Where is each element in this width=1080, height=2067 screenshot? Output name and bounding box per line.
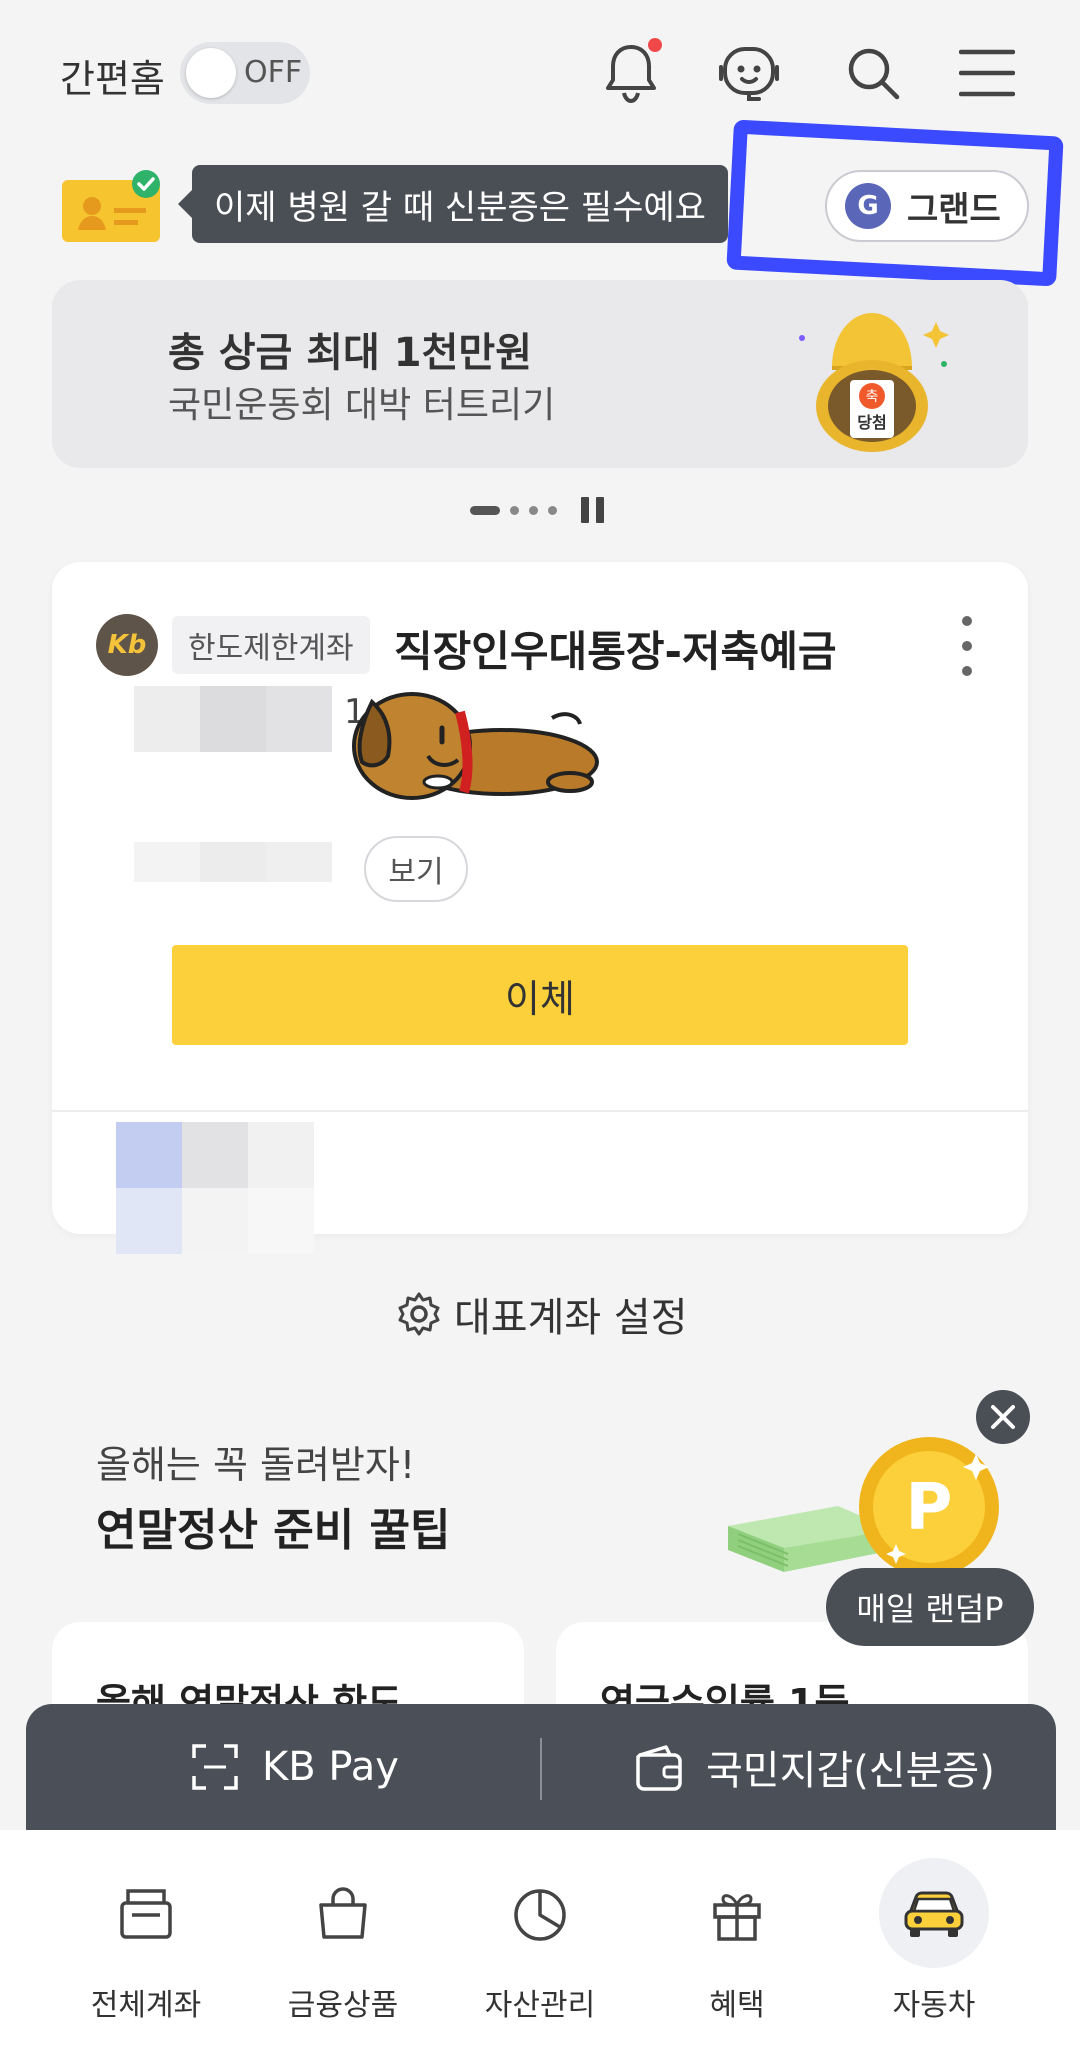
nav-asset-management[interactable]: 자산관리 — [450, 1858, 630, 2038]
kb-pay-button[interactable]: KB Pay — [190, 1732, 399, 1802]
sub-account-masked — [116, 1122, 314, 1254]
representative-account-setting[interactable]: 대표계좌 설정 — [396, 1286, 688, 1342]
easy-home-label: 간편홈 — [60, 57, 165, 101]
point-coin-icon: P — [859, 1437, 999, 1577]
grade-button[interactable]: G 그랜드 — [825, 170, 1029, 242]
notification-dot — [648, 38, 662, 52]
grade-label: 그랜드 — [907, 189, 1001, 230]
sleeping-dog-sticker — [352, 692, 599, 800]
easy-home-toggle[interactable]: OFF — [180, 42, 310, 104]
toggle-state: OFF — [244, 55, 303, 90]
nav-all-accounts[interactable]: 전체계좌 — [56, 1858, 236, 2038]
coin-letter: P — [906, 1471, 953, 1545]
gear-icon — [398, 1292, 440, 1336]
lucky-gourd-icon: 축 당첨 — [799, 313, 949, 452]
gift-icon — [682, 1858, 792, 1968]
grade-badge: G — [845, 183, 891, 229]
id-tip-tooltip[interactable]: 이제 병원 갈 때 신분증은 필수예요 — [178, 165, 728, 243]
search-icon[interactable] — [836, 36, 910, 110]
close-icon — [991, 1405, 1015, 1429]
nav-label: 전체계좌 — [90, 1988, 202, 2023]
representative-account-label: 대표계좌 설정 — [454, 1295, 688, 1341]
nav-label: 자동차 — [892, 1988, 976, 2023]
bell-icon[interactable] — [594, 36, 668, 110]
account-number-masked — [134, 686, 332, 752]
chatbot-icon[interactable] — [712, 36, 786, 110]
nav-car[interactable]: 자동차 — [844, 1858, 1024, 2038]
hamburger-menu-icon[interactable] — [950, 36, 1024, 110]
banner-art-text-top: 축 — [866, 389, 879, 405]
account-card: Kb 한도제한계좌 직장인우대통장-저축예금 1 보기 이체 — [52, 562, 1028, 1254]
promo-subtitle: 올해는 꼭 돌려받자! — [96, 1443, 416, 1487]
wallet-icon — [636, 1745, 682, 1791]
pay-bar: KB Pay 국민지갑(신분증) — [26, 1704, 1056, 1834]
wallet-button[interactable]: 국민지갑(신분증) — [634, 1732, 995, 1802]
limit-account-chip: 한도제한계좌 — [172, 616, 370, 674]
id-tip-text: 이제 병원 갈 때 신분증은 필수예요 — [214, 187, 706, 228]
pie-chart-icon — [485, 1858, 595, 1968]
close-promo-button[interactable] — [976, 1390, 1030, 1444]
nav-label: 금융상품 — [287, 1988, 399, 2023]
kb-pay-label: KB Pay — [262, 1744, 399, 1790]
pager-active — [470, 505, 500, 515]
pager-dot — [548, 505, 557, 515]
nav-benefits[interactable]: 혜택 — [647, 1858, 827, 2038]
wallet-label: 국민지갑(신분증) — [706, 1748, 995, 1794]
view-balance-button[interactable]: 보기 — [364, 836, 468, 902]
nav-financial-products[interactable]: 금융상품 — [253, 1858, 433, 2038]
banner-title: 총 상금 최대 1천만원 — [168, 330, 533, 376]
id-card-icon[interactable] — [62, 170, 162, 242]
kb-logo: Kb — [96, 614, 158, 676]
banner-art-text-bottom: 당첨 — [857, 413, 886, 432]
banner-subtitle: 국민운동회 대박 터트리기 — [168, 385, 556, 426]
banner-pager — [470, 496, 605, 524]
bag-icon — [288, 1858, 398, 1968]
event-banner[interactable]: 총 상금 최대 1천만원 국민운동회 대박 터트리기 축 당첨 — [52, 280, 1028, 468]
account-name[interactable]: 직장인우대통장-저축예금 — [394, 618, 836, 679]
daily-random-point-button[interactable]: 매일 랜덤P — [826, 1568, 1034, 1646]
transfer-button[interactable]: 이체 — [172, 945, 908, 1045]
card-icon — [91, 1858, 201, 1968]
top-bar: 간편홈 OFF — [0, 0, 1080, 150]
promo-title[interactable]: 연말정산 준비 꿀팁 — [96, 1494, 450, 1558]
pay-bar-separator — [540, 1738, 542, 1800]
card-divider — [52, 1110, 1028, 1112]
nav-label: 혜택 — [709, 1988, 765, 2023]
balance-masked — [134, 842, 332, 882]
nav-label: 자산관리 — [484, 1988, 596, 2023]
more-options-icon[interactable] — [952, 616, 982, 676]
toggle-knob — [186, 48, 236, 98]
car-icon — [879, 1858, 989, 1968]
pager-dot — [529, 505, 538, 515]
pause-icon[interactable] — [581, 497, 605, 523]
bottom-navigation: 전체계좌 금융상품 자산관리 혜택 자동차 — [0, 1830, 1080, 2067]
pager-dot — [510, 505, 519, 515]
scan-icon — [192, 1744, 238, 1790]
